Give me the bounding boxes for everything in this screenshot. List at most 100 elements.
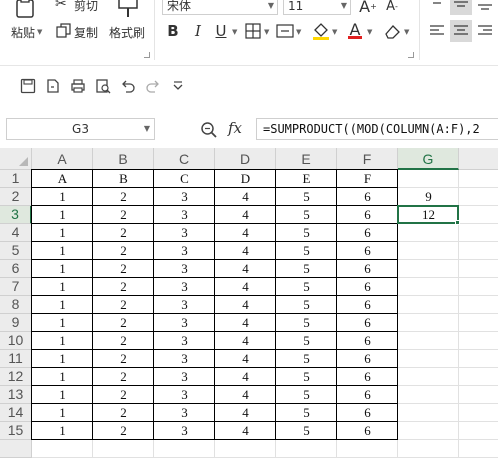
table-cell[interactable]: 3 [154,296,215,314]
font-name-select[interactable]: 宋体 ▼ [162,0,278,15]
table-cell[interactable]: 4 [215,314,276,332]
row-header-7[interactable]: 7 [0,278,32,296]
table-cell[interactable]: 3 [154,386,215,404]
table-cell[interactable]: 2 [93,242,154,260]
table-cell[interactable]: 3 [154,206,215,224]
row-header-1[interactable]: 1 [0,170,32,188]
table-cell[interactable]: 6 [337,368,398,386]
format-painter-button[interactable]: 格式刷 [108,0,148,42]
table-cell[interactable]: 2 [93,296,154,314]
customize-toolbar-icon[interactable] [168,76,188,96]
table-cell[interactable]: 1 [32,386,93,404]
print-icon[interactable] [68,76,88,96]
table-cell[interactable]: 1 [32,260,93,278]
table-cell[interactable]: 2 [93,404,154,422]
print-preview-icon[interactable] [93,76,113,96]
align-right-button[interactable] [474,20,496,42]
font-group-launcher-icon[interactable] [408,52,414,58]
zoom-icon[interactable] [200,121,218,139]
table-cell[interactable]: 2 [93,386,154,404]
row-header-5[interactable]: 5 [0,242,32,260]
table-cell[interactable]: 1 [32,296,93,314]
table-cell[interactable]: 6 [337,188,398,206]
cell-g2[interactable]: 9 [398,188,459,206]
table-cell[interactable]: 3 [154,422,215,440]
table-cell[interactable]: 2 [93,188,154,206]
column-header-d[interactable]: D [215,148,276,170]
table-header-cell[interactable]: C [154,170,215,188]
table-cell[interactable]: 6 [337,278,398,296]
table-cell[interactable]: 6 [337,422,398,440]
align-bottom-button[interactable] [474,0,496,15]
table-cell[interactable]: 5 [276,332,337,350]
table-cell[interactable]: 4 [215,206,276,224]
column-header-a[interactable]: A [32,148,93,170]
table-cell[interactable]: 4 [215,386,276,404]
table-cell[interactable]: 6 [337,242,398,260]
table-cell[interactable]: 6 [337,386,398,404]
table-cell[interactable]: 1 [32,404,93,422]
table-cell[interactable]: 6 [337,224,398,242]
clipboard-group-launcher-icon[interactable] [144,52,150,58]
table-cell[interactable]: 4 [215,368,276,386]
row-header-16[interactable] [0,440,32,458]
table-cell[interactable]: 4 [215,188,276,206]
table-cell[interactable]: 5 [276,206,337,224]
export-pdf-icon[interactable] [43,76,63,96]
table-cell[interactable]: 6 [337,296,398,314]
clear-format-button[interactable] [381,20,403,42]
underline-button[interactable]: U [210,20,232,42]
align-middle-button[interactable] [450,0,472,15]
column-header-f[interactable]: F [337,148,398,170]
table-cell[interactable]: 3 [154,260,215,278]
row-header-15[interactable]: 15 [0,422,32,440]
table-cell[interactable]: 2 [93,260,154,278]
font-size-select[interactable]: 11 ▼ [283,0,351,15]
formula-input[interactable]: =SUMPRODUCT((MOD(COLUMN(A:F),2 [256,118,498,140]
table-cell[interactable]: 5 [276,224,337,242]
redo-icon[interactable] [143,76,163,96]
column-header-e[interactable]: E [276,148,337,170]
paste-dropdown-icon[interactable]: ▼ [37,28,42,36]
table-cell[interactable]: 6 [337,206,398,224]
table-cell[interactable]: 3 [154,368,215,386]
align-center-button[interactable] [450,20,472,42]
paste-label[interactable]: 粘贴 [11,24,35,41]
undo-icon[interactable] [118,76,138,96]
row-header-2[interactable]: 2 [0,188,32,206]
table-cell[interactable]: 1 [32,422,93,440]
table-cell[interactable]: 1 [32,224,93,242]
borders-button[interactable] [242,20,264,42]
row-header-8[interactable]: 8 [0,296,32,314]
table-cell[interactable]: 5 [276,188,337,206]
cut-button[interactable]: ✂ 剪切 [54,0,102,14]
table-cell[interactable]: 4 [215,332,276,350]
align-top-button[interactable] [426,0,448,15]
row-header-6[interactable]: 6 [0,260,32,278]
table-cell[interactable]: 1 [32,368,93,386]
font-color-button[interactable]: A [344,18,366,40]
table-cell[interactable]: 1 [32,242,93,260]
table-cell[interactable]: 3 [154,314,215,332]
column-header-c[interactable]: C [154,148,215,170]
column-header-g[interactable]: G [398,148,459,170]
table-cell[interactable]: 5 [276,350,337,368]
save-icon[interactable] [18,76,38,96]
spreadsheet-grid[interactable]: A B C D E F G 1 2 3 4 5 6 7 8 9 10 11 12 13 14 15 A 1 1 1 1 1 1 1 1 1 1 1… [0,148,498,468]
fill-color-dropdown-icon[interactable]: ▼ [332,28,337,36]
clear-format-dropdown-icon[interactable]: ▼ [404,28,409,36]
table-header-cell[interactable]: E [276,170,337,188]
row-header-12[interactable]: 12 [0,368,32,386]
merge-cells-button[interactable] [274,20,296,42]
table-cell[interactable]: 3 [154,404,215,422]
table-cell[interactable]: 1 [32,314,93,332]
table-cell[interactable]: 5 [276,422,337,440]
table-cell[interactable]: 5 [276,404,337,422]
table-cell[interactable]: 2 [93,314,154,332]
underline-dropdown-icon[interactable]: ▼ [232,28,237,36]
table-header-cell[interactable]: B [93,170,154,188]
table-cell[interactable]: 1 [32,278,93,296]
table-cell[interactable]: 6 [337,314,398,332]
table-cell[interactable]: 1 [32,350,93,368]
table-cell[interactable]: 6 [337,332,398,350]
